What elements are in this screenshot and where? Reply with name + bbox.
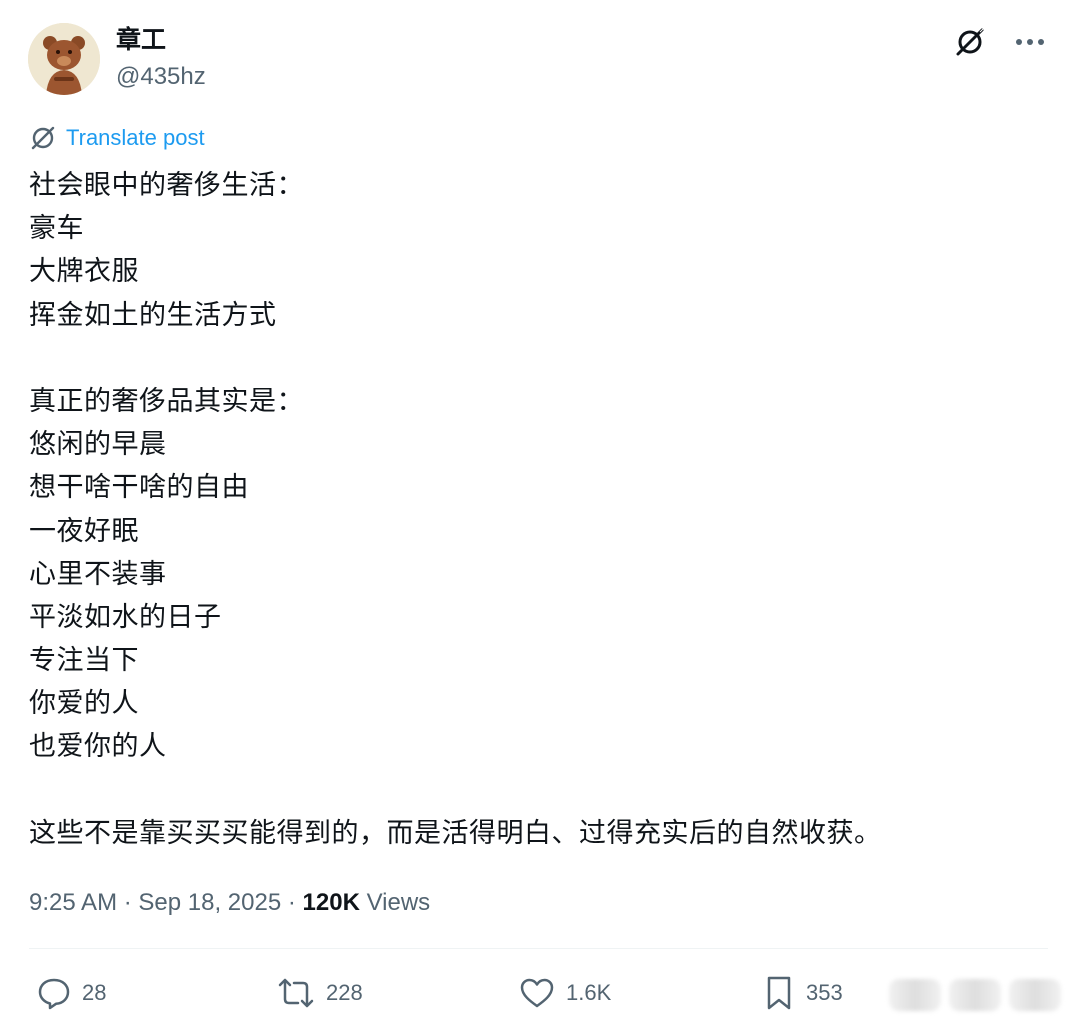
views-label: Views	[366, 889, 431, 916]
post-line-blank	[29, 769, 1049, 812]
blurred-element	[1009, 979, 1061, 1011]
post-meta: 9:25 AM · Sep 18, 2025 · 120K Views	[29, 885, 430, 921]
post-line: 也爱你的人	[29, 731, 167, 763]
post-line: 想干啥干啥的自由	[29, 472, 249, 504]
reply-count: 28	[82, 980, 107, 1005]
repost-count: 228	[326, 980, 363, 1005]
post-line: 平淡如水的日子	[29, 601, 222, 633]
post-line: 真正的奢侈品其实是：	[29, 385, 304, 417]
avatar[interactable]	[28, 23, 100, 95]
bookmark-count: 353	[806, 980, 843, 1005]
like-icon	[520, 978, 554, 1008]
bookmark-icon	[767, 976, 791, 1010]
author-handle[interactable]: @435hz	[116, 62, 206, 92]
share-button-blurred[interactable]	[889, 975, 1064, 1015]
grok-icon[interactable]	[950, 22, 990, 62]
post-line: 你爱的人	[29, 688, 139, 720]
post-text: 社会眼中的奢侈生活： 豪车 大牌衣服 挥金如土的生活方式 真正的奢侈品其实是： …	[29, 164, 1049, 855]
post-line: 挥金如土的生活方式	[29, 299, 277, 331]
reply-icon	[38, 978, 70, 1010]
post-line: 心里不装事	[29, 558, 167, 590]
post-date[interactable]: Sep 18, 2025	[138, 889, 281, 916]
post-line: 专注当下	[29, 645, 139, 677]
views-count[interactable]: 120K	[303, 889, 360, 916]
post-line-blank	[29, 337, 1049, 380]
post-line: 一夜好眠	[29, 515, 139, 547]
like-button[interactable]: 1.6K	[518, 970, 611, 1016]
post-header-actions	[950, 22, 1050, 62]
blurred-element	[889, 979, 941, 1011]
repost-button[interactable]: 228	[276, 970, 363, 1016]
reply-button[interactable]: 28	[36, 970, 106, 1016]
bookmark-button[interactable]: 353	[762, 970, 843, 1016]
post-line: 这些不是靠买买买能得到的，而是活得明白、过得充实后的自然收获。	[29, 817, 882, 849]
post-line: 豪车	[29, 213, 84, 245]
translate-post-button[interactable]: Translate post	[30, 125, 205, 151]
post-time[interactable]: 9:25 AM	[29, 889, 117, 916]
translate-icon	[31, 126, 55, 150]
blurred-element	[949, 979, 1001, 1011]
post-line: 大牌衣服	[29, 256, 139, 288]
post-line: 悠闲的早晨	[29, 429, 167, 461]
divider	[29, 948, 1048, 949]
like-count: 1.6K	[566, 980, 612, 1005]
post-line: 社会眼中的奢侈生活：	[29, 170, 304, 201]
avatar-bear-image	[28, 23, 100, 95]
more-icon[interactable]	[1010, 22, 1050, 62]
translate-post-label: Translate post	[66, 125, 205, 150]
meta-separator: ·	[287, 889, 303, 916]
repost-icon	[278, 978, 314, 1008]
author-name[interactable]: 章工	[116, 24, 166, 56]
meta-separator: ·	[123, 889, 139, 916]
